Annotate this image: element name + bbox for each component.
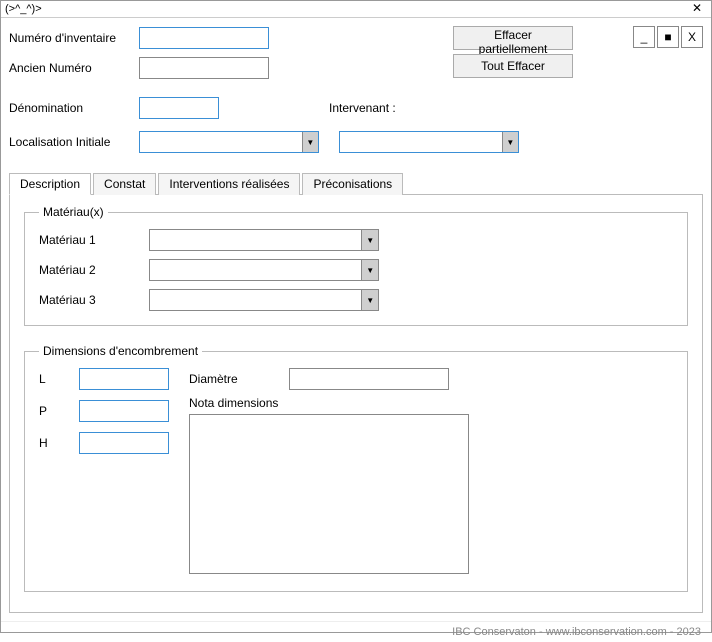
titlebar-close-button[interactable]: ✕ (687, 1, 707, 17)
tab-bar: Description Constat Interventions réalis… (9, 172, 703, 195)
chevron-down-icon[interactable]: ▼ (302, 132, 318, 152)
materiau1-combo[interactable]: ▼ (149, 229, 379, 251)
intervenant-combo[interactable]: ▼ (339, 131, 519, 153)
chevron-down-icon[interactable]: ▼ (361, 260, 378, 280)
h-label: H (39, 436, 79, 450)
intervenant-input[interactable] (340, 132, 502, 152)
materiaux-legend: Matériau(x) (39, 205, 108, 219)
localisation-initiale-label: Localisation Initiale (9, 135, 139, 149)
denomination-label: Dénomination (9, 101, 139, 115)
ancien-numero-label: Ancien Numéro (9, 61, 139, 75)
diametre-input[interactable] (289, 368, 449, 390)
materiau1-input[interactable] (150, 230, 361, 250)
h-input[interactable] (79, 432, 169, 454)
localisation-initiale-combo[interactable]: ▼ (139, 131, 319, 153)
maximize-button[interactable]: ■ (657, 26, 679, 48)
footer-text: IBC Conservaton - www.ibconservation.com… (1, 621, 711, 642)
p-label: P (39, 404, 79, 418)
tout-effacer-button[interactable]: Tout Effacer (453, 54, 573, 78)
materiau2-input[interactable] (150, 260, 361, 280)
numero-inventaire-label: Numéro d'inventaire (9, 31, 139, 45)
titlebar: (>^_^)> ✕ (1, 1, 711, 18)
tab-description[interactable]: Description (9, 173, 91, 195)
window-title: (>^_^)> (5, 3, 42, 15)
dimensions-fieldset: Dimensions d'encombrement L P H (24, 344, 688, 592)
tab-panel-description: Matériau(x) Matériau 1 ▼ Matériau 2 ▼ (9, 195, 703, 613)
close-button[interactable]: X (681, 26, 703, 48)
materiau3-label: Matériau 3 (39, 293, 149, 307)
materiau3-combo[interactable]: ▼ (149, 289, 379, 311)
content-area: Numéro d'inventaire Ancien Numéro Efface… (1, 18, 711, 621)
app-window: (>^_^)> ✕ Numéro d'inventaire Ancien Num… (0, 0, 712, 633)
tab-interventions[interactable]: Interventions réalisées (158, 173, 300, 195)
nota-dimensions-label: Nota dimensions (189, 396, 673, 410)
chevron-down-icon[interactable]: ▼ (502, 132, 518, 152)
ancien-numero-input[interactable] (139, 57, 269, 79)
denomination-input[interactable] (139, 97, 219, 119)
materiaux-fieldset: Matériau(x) Matériau 1 ▼ Matériau 2 ▼ (24, 205, 688, 326)
numero-inventaire-input[interactable] (139, 27, 269, 49)
intervenant-label: Intervenant : (329, 101, 396, 115)
localisation-initiale-input[interactable] (140, 132, 302, 152)
materiau3-input[interactable] (150, 290, 361, 310)
tab-constat[interactable]: Constat (93, 173, 156, 195)
materiau2-combo[interactable]: ▼ (149, 259, 379, 281)
minimize-button[interactable]: _ (633, 26, 655, 48)
l-input[interactable] (79, 368, 169, 390)
chevron-down-icon[interactable]: ▼ (361, 230, 378, 250)
dimensions-legend: Dimensions d'encombrement (39, 344, 202, 358)
nota-dimensions-textarea[interactable] (189, 414, 469, 574)
p-input[interactable] (79, 400, 169, 422)
materiau2-label: Matériau 2 (39, 263, 149, 277)
tab-preconisations[interactable]: Préconisations (302, 173, 403, 195)
effacer-partiellement-button[interactable]: Effacer partiellement (453, 26, 573, 50)
materiau1-label: Matériau 1 (39, 233, 149, 247)
l-label: L (39, 372, 79, 386)
chevron-down-icon[interactable]: ▼ (361, 290, 378, 310)
diametre-label: Diamètre (189, 372, 289, 386)
